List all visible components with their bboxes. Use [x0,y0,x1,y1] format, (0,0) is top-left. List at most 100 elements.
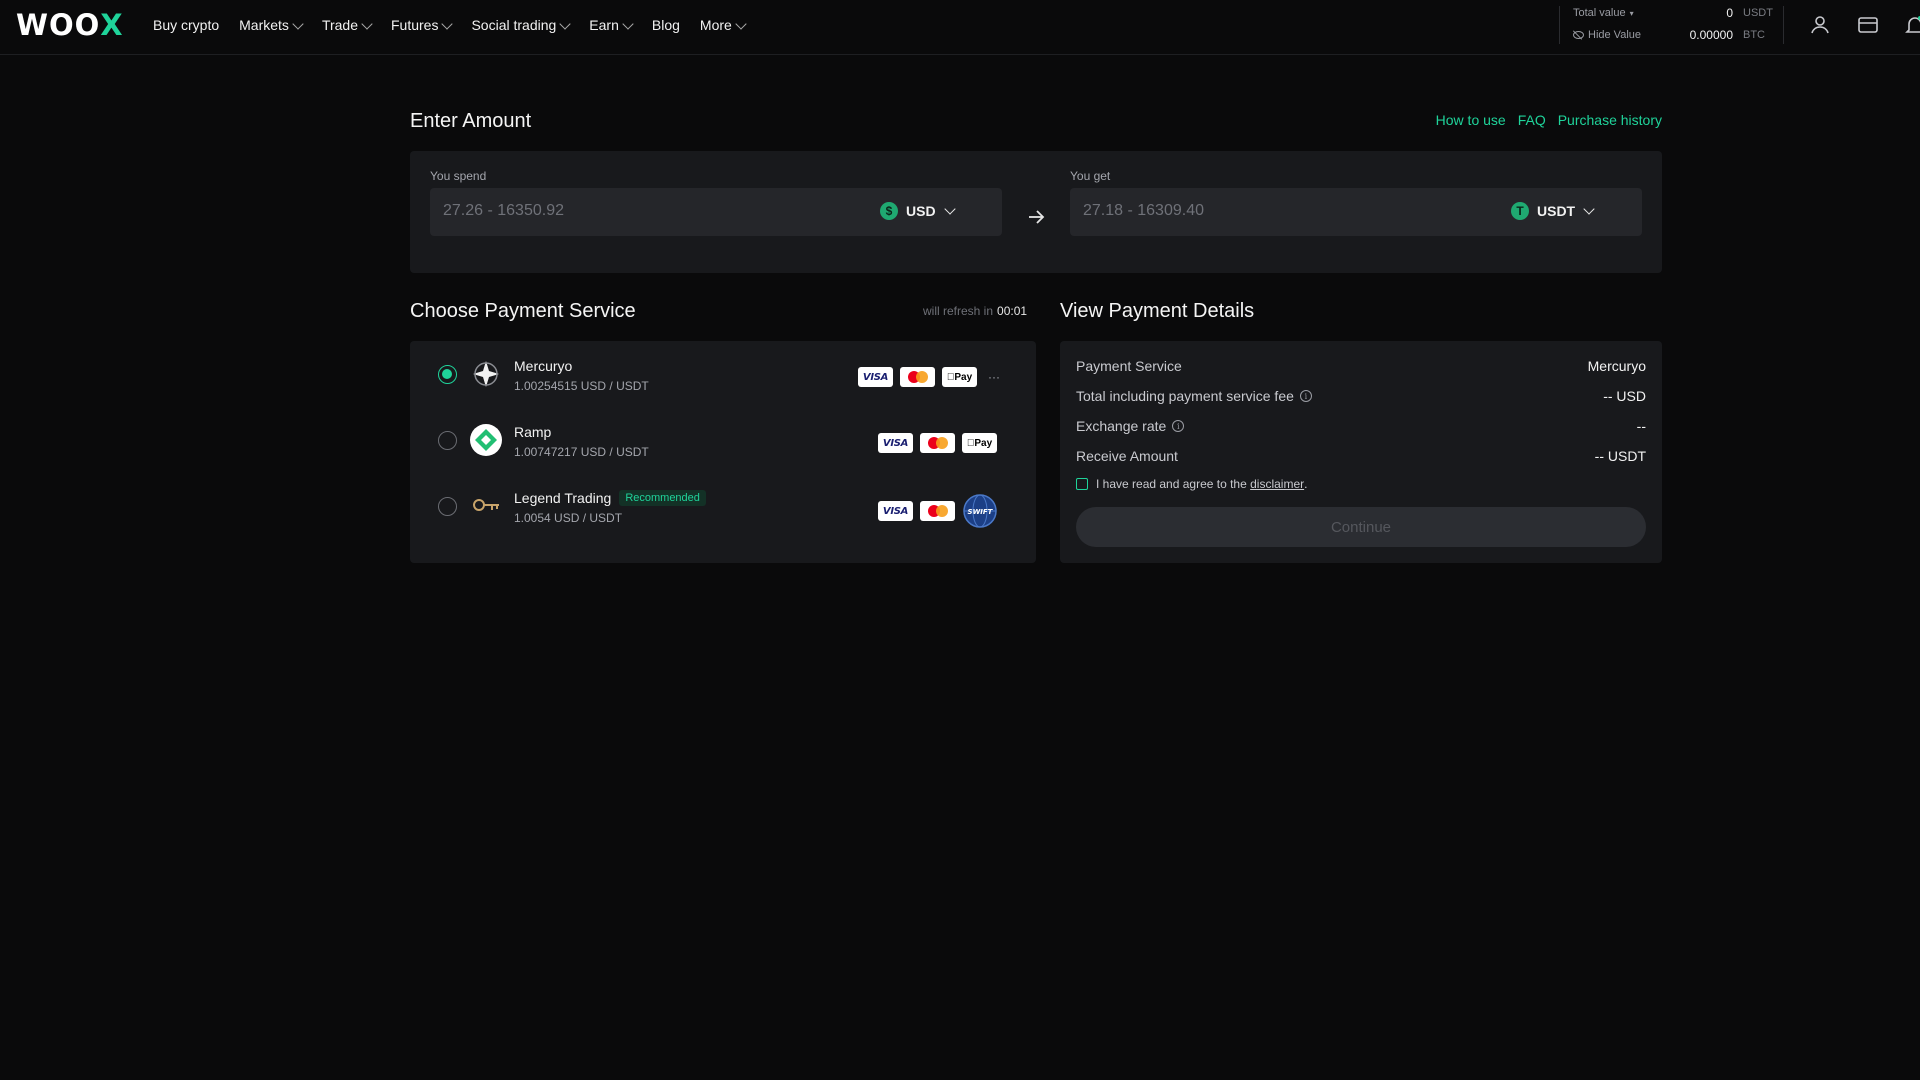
detail-row-payment-service: Payment Service Mercuryo [1076,358,1646,376]
nav-markets[interactable]: Markets [239,0,304,50]
nav-label: Markets [239,17,289,33]
faq-link[interactable]: FAQ [1518,112,1546,128]
provider-name: Mercuryo [514,358,572,374]
provider-rate: 1.00747217 USD / USDT [514,445,649,459]
payment-methods: VISA Pay ··· [858,367,1000,387]
get-label: You get [1070,169,1111,183]
nav-buy-crypto[interactable]: Buy crypto [153,0,219,50]
radio-unselected[interactable] [438,431,457,450]
mastercard-icon [920,433,955,453]
chevron-down-icon [441,17,454,30]
chevron-down-icon [735,17,747,30]
spend-input[interactable]: 27.26 - 16350.92 [443,202,564,220]
nav-social-trading[interactable]: Social trading [471,0,571,50]
visa-icon: VISA [858,367,893,387]
info-icon[interactable]: i [1299,390,1312,402]
detail-label-text: Payment Service [1076,358,1182,374]
main-nav: Buy crypto Markets Trade Futures Social … [153,0,765,50]
detail-label: Receive Amount [1076,448,1178,464]
provider-name-text: Ramp [514,424,552,440]
nav-earn[interactable]: Earn [589,0,634,50]
nav-label: Futures [391,17,439,33]
nav-label: Trade [321,17,358,33]
detail-label-text: Total including payment service fee [1076,388,1294,404]
get-input[interactable]: 27.18 - 16309.40 [1083,202,1204,220]
visa-label: VISA [882,437,909,449]
btc-value-unit: BTC [1743,29,1765,41]
refresh-label: will refresh in [923,304,994,318]
arrow-right-icon [1029,210,1045,224]
provider-row-legend-trading[interactable]: Legend Trading Recommended 1.0054 USD / … [410,473,1036,533]
detail-label-text: Exchange rate [1076,418,1167,434]
usd-coin-icon: $ [880,202,898,220]
btc-value-amount: 0.00000 [1689,28,1733,42]
woox-logo[interactable]: WOO X [16,8,124,42]
detail-label-text: Receive Amount [1076,448,1178,464]
wallet-icon[interactable] [1857,14,1879,36]
eye-off-icon [1573,31,1584,39]
agree-text: I have read and agree to the [1096,477,1247,491]
nav-label: More [699,17,732,33]
disclaimer-link[interactable]: disclaimer [1250,477,1304,491]
provider-rate: 1.0054 USD / USDT [514,511,623,525]
nav-trade[interactable]: Trade [321,0,373,50]
spend-currency-select[interactable]: $ USD [880,202,956,220]
usdt-coin-icon: T [1511,202,1529,220]
apple-pay-label: Pay [950,371,972,383]
ramp-logo-icon [470,424,502,456]
agree-checkbox[interactable] [1076,478,1088,490]
detail-value: -- [1636,418,1646,434]
bell-icon[interactable] [1904,14,1920,36]
refresh-countdown: 00:01 [997,304,1028,318]
nav-blog[interactable]: Blog [652,0,680,50]
get-field: 27.18 - 16309.40 T USDT [1070,188,1642,236]
how-to-use-link[interactable]: How to use [1436,112,1506,128]
agreement: I have read and agree to the disclaimer. [1076,477,1307,491]
payment-service-list: Mercuryo 1.00254515 USD / USDT VISA Pay… [410,341,1036,563]
spend-label: You spend [430,169,487,183]
spend-field: 27.26 - 16350.92 $ USD [430,188,1002,236]
get-currency-label: USDT [1537,203,1576,219]
chevron-down-icon [292,17,304,30]
payment-methods: VISA Pay [878,433,997,453]
provider-rate: 1.00254515 USD / USDT [514,379,649,393]
payment-details-card: Payment Service Mercuryo Total including… [1060,341,1662,563]
detail-label: Payment Service [1076,358,1182,374]
payment-service-title: Choose Payment Service [410,300,636,322]
chevron-down-icon [1583,203,1595,215]
payment-methods: VISA SWIFT [878,493,998,529]
get-currency-select[interactable]: T USDT [1511,202,1595,220]
continue-button[interactable]: Continue [1076,507,1646,547]
refresh-timer: will refresh in 00:01 [923,304,1027,318]
detail-label: Exchange rate i [1076,418,1185,434]
provider-name-text: Legend Trading [514,490,612,506]
provider-name-text: Mercuryo [514,358,573,374]
chevron-down-icon [943,203,956,215]
provider-name: Ramp [514,424,551,440]
radio-selected[interactable] [438,365,457,384]
provider-row-ramp[interactable]: Ramp 1.00747217 USD / USDT VISA Pay [410,407,1036,467]
spend-currency-label: USD [906,203,936,219]
recommended-badge: Recommended [619,490,706,506]
nav-more[interactable]: More [699,0,747,50]
hide-value-toggle[interactable]: Hide Value [1573,29,1641,41]
more-methods-icon: ··· [988,370,1000,384]
user-icon[interactable] [1809,14,1831,36]
total-value-label: Total value [1573,7,1626,19]
detail-row-receive-amount: Receive Amount -- USDT [1076,448,1646,466]
visa-icon: VISA [878,501,913,521]
radio-unselected[interactable] [438,497,457,516]
nav-futures[interactable]: Futures [391,0,454,50]
info-icon[interactable]: i [1172,420,1185,432]
provider-row-mercuryo[interactable]: Mercuryo 1.00254515 USD / USDT VISA Pay… [410,341,1036,401]
visa-label: VISA [882,505,909,517]
detail-value: Mercuryo [1587,358,1646,374]
swift-label: SWIFT [968,508,994,516]
detail-value: -- USDT [1594,448,1646,464]
purchase-history-link[interactable]: Purchase history [1558,112,1662,128]
total-value-toggle[interactable]: Total value ▾ [1573,7,1634,19]
detail-row-total-fee: Total including payment service fee i -- … [1076,388,1646,406]
balance-panel: Total value ▾ 0 USDT Hide Value 0.00000 … [1559,6,1784,44]
payment-details-title: View Payment Details [1060,300,1255,322]
nav-label: Buy crypto [153,17,220,33]
